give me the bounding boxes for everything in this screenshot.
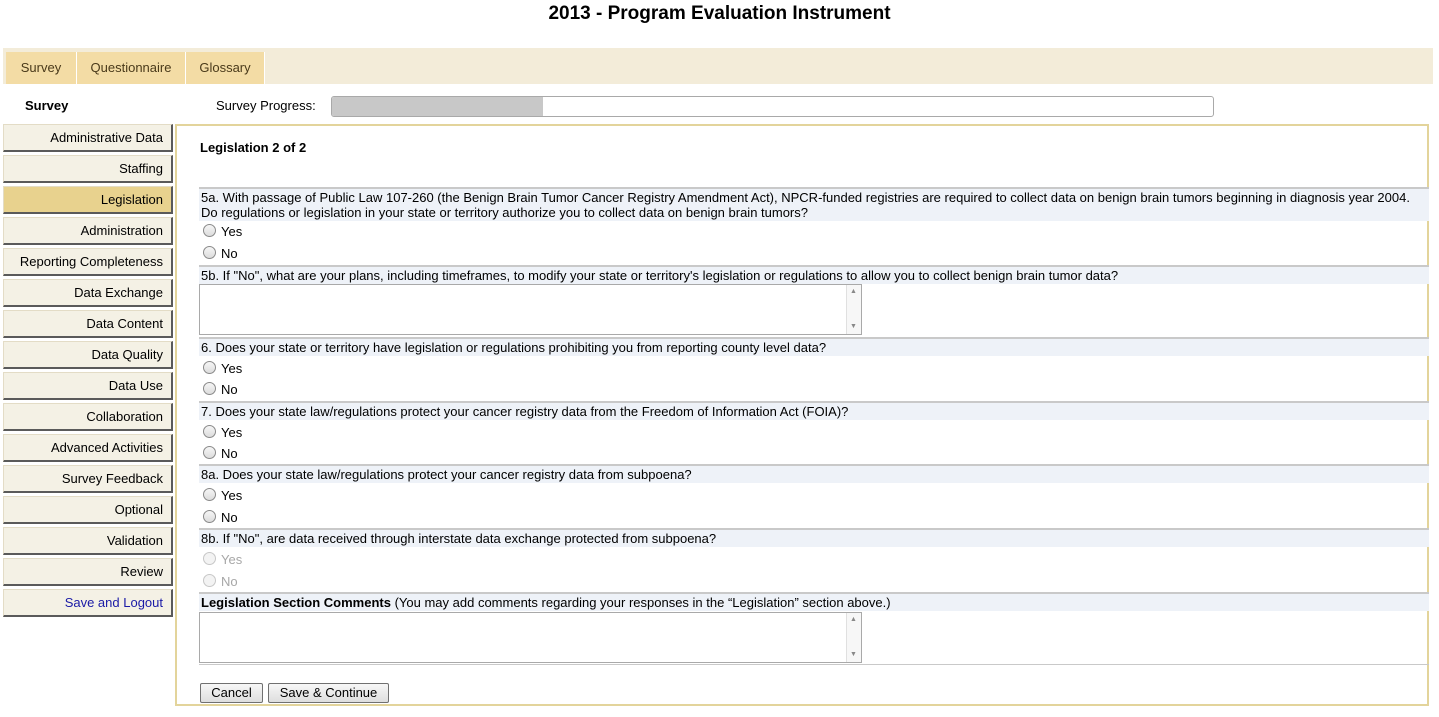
question-6: 6. Does your state or territory have leg…: [199, 337, 1429, 356]
scroll-up-icon[interactable]: ▲: [850, 288, 857, 296]
survey-form-panel: Legislation 2 of 2 5a. With passage of P…: [175, 124, 1429, 706]
q6-no-option[interactable]: No: [203, 381, 238, 399]
q5a-no-option[interactable]: No: [203, 245, 238, 263]
textarea-scrollbar[interactable]: ▲ ▼: [846, 285, 861, 334]
option-label: No: [221, 246, 238, 261]
comments-label-bold: Legislation Section Comments: [201, 595, 391, 610]
option-label: No: [221, 446, 238, 461]
radio-button[interactable]: [203, 446, 216, 459]
sidebar-item-data-quality[interactable]: Data Quality: [3, 341, 173, 369]
sidebar-item-data-content[interactable]: Data Content: [3, 310, 173, 338]
sidebar-item-legislation[interactable]: Legislation: [3, 186, 173, 214]
radio-button[interactable]: [203, 382, 216, 395]
comments-textarea[interactable]: ▲ ▼: [199, 612, 862, 663]
cancel-button[interactable]: Cancel: [200, 683, 263, 703]
tab-questionnaire[interactable]: Questionnaire: [77, 52, 186, 84]
scroll-up-icon[interactable]: ▲: [850, 616, 857, 624]
radio-button[interactable]: [203, 246, 216, 259]
option-label: Yes: [221, 425, 243, 440]
q8b-yes-option: Yes: [203, 551, 242, 569]
option-label: No: [221, 574, 238, 589]
sidebar-item-validation[interactable]: Validation: [3, 527, 173, 555]
save-continue-button[interactable]: Save & Continue: [268, 683, 389, 703]
option-label: Yes: [221, 224, 243, 239]
q7-yes-option[interactable]: Yes: [203, 424, 242, 442]
sidebar-item-optional[interactable]: Optional: [3, 496, 173, 524]
radio-button[interactable]: [203, 510, 216, 523]
question-5a: 5a. With passage of Public Law 107-260 (…: [199, 187, 1429, 221]
sidebar-item-reporting-completeness[interactable]: Reporting Completeness: [3, 248, 173, 276]
radio-button[interactable]: [203, 488, 216, 501]
radio-button[interactable]: [203, 361, 216, 374]
option-label: Yes: [221, 552, 243, 567]
q8b-no-option: No: [203, 573, 238, 591]
progress-label: Survey Progress:: [216, 98, 316, 113]
form-divider: [199, 664, 1429, 665]
comments-label-note: (You may add comments regarding your res…: [390, 595, 891, 610]
q5b-textarea[interactable]: ▲ ▼: [199, 284, 862, 335]
option-label: Yes: [221, 488, 243, 503]
sidebar-item-collaboration[interactable]: Collaboration: [3, 403, 173, 431]
sidebar-item-review[interactable]: Review: [3, 558, 173, 586]
q8a-no-option[interactable]: No: [203, 509, 238, 527]
sidebar: Administrative Data Staffing Legislation…: [3, 124, 173, 620]
option-label: No: [221, 382, 238, 397]
progress-fill: [332, 97, 544, 116]
question-8a: 8a. Does your state law/regulations prot…: [199, 464, 1429, 483]
tab-survey[interactable]: Survey: [6, 52, 77, 84]
radio-button[interactable]: [203, 425, 216, 438]
sidebar-item-data-use[interactable]: Data Use: [3, 372, 173, 400]
scroll-down-icon[interactable]: ▼: [850, 651, 857, 659]
sidebar-item-administration[interactable]: Administration: [3, 217, 173, 245]
survey-progress-bar: [331, 96, 1214, 117]
option-label: Yes: [221, 361, 243, 376]
radio-button[interactable]: [203, 224, 216, 237]
sidebar-heading: Survey: [25, 98, 69, 113]
sidebar-item-administrative-data[interactable]: Administrative Data: [3, 124, 173, 152]
radio-button: [203, 574, 216, 587]
radio-button: [203, 552, 216, 565]
section-title: Legislation 2 of 2: [200, 140, 307, 155]
q7-no-option[interactable]: No: [203, 445, 238, 463]
q6-yes-option[interactable]: Yes: [203, 360, 242, 378]
q5a-yes-option[interactable]: Yes: [203, 223, 242, 241]
sidebar-item-save-and-logout[interactable]: Save and Logout: [3, 589, 173, 617]
question-8b: 8b. If "No", are data received through i…: [199, 528, 1429, 547]
tab-glossary[interactable]: Glossary: [186, 52, 265, 84]
page-title: 2013 - Program Evaluation Instrument: [548, 3, 891, 24]
top-tab-bar: Survey Questionnaire Glossary: [3, 48, 1433, 84]
scroll-down-icon[interactable]: ▼: [850, 323, 857, 331]
question-5b: 5b. If "No", what are your plans, includ…: [199, 265, 1429, 284]
section-comments-label: Legislation Section Comments (You may ad…: [199, 592, 1429, 611]
q8a-yes-option[interactable]: Yes: [203, 487, 242, 505]
sidebar-item-advanced-activities[interactable]: Advanced Activities: [3, 434, 173, 462]
sidebar-item-survey-feedback[interactable]: Survey Feedback: [3, 465, 173, 493]
sidebar-item-data-exchange[interactable]: Data Exchange: [3, 279, 173, 307]
option-label: No: [221, 510, 238, 525]
textarea-scrollbar[interactable]: ▲ ▼: [846, 613, 861, 662]
sidebar-item-staffing[interactable]: Staffing: [3, 155, 173, 183]
question-7: 7. Does your state law/regulations prote…: [199, 401, 1429, 420]
